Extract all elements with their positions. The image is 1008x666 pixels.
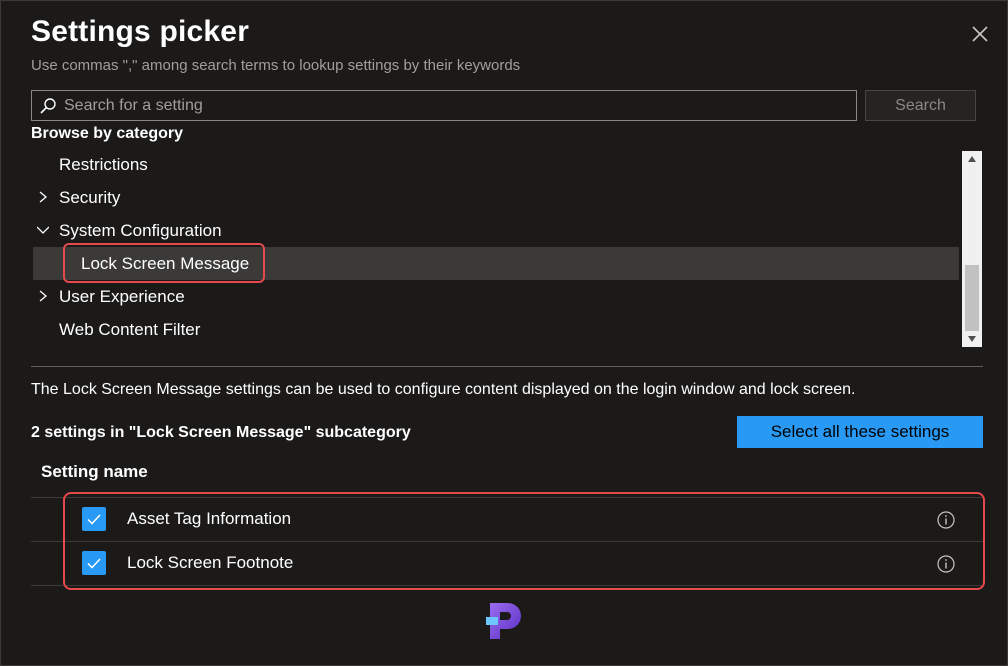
category-scrollbar[interactable] [962, 151, 982, 347]
search-field[interactable] [31, 90, 857, 121]
tree-item-label: Security [59, 188, 121, 207]
checkmark-icon [87, 514, 101, 525]
brand-logo-icon [486, 603, 521, 639]
search-icon [40, 98, 56, 114]
settings-count: 2 settings in "Lock Screen Message" subc… [31, 424, 411, 441]
tree-item-label: Lock Screen Message [81, 254, 250, 273]
close-button[interactable] [967, 21, 993, 47]
chevron-right-icon[interactable] [37, 191, 49, 203]
setting-name: Asset Tag Information [127, 509, 292, 528]
tree-item-web-content-filter[interactable]: Web Content Filter [33, 313, 959, 346]
setting-checkbox[interactable] [82, 551, 106, 575]
scroll-down-arrow-icon[interactable] [962, 331, 982, 347]
info-icon[interactable] [936, 554, 956, 574]
search-button[interactable]: Search [865, 90, 976, 121]
settings-picker-panel: Settings picker Use commas "," among sea… [0, 0, 1008, 666]
checkmark-icon [87, 558, 101, 569]
tree-item-restrictions[interactable]: Restrictions [33, 148, 959, 181]
column-header-setting-name: Setting name [41, 462, 148, 481]
category-tree: Restrictions Security System Configurati… [33, 148, 959, 346]
table-row[interactable]: Lock Screen Footnote [31, 542, 983, 586]
page-subtitle: Use commas "," among search terms to loo… [31, 57, 521, 74]
tree-item-label: System Configuration [59, 221, 222, 240]
section-divider [31, 366, 983, 367]
tree-item-label: User Experience [59, 287, 185, 306]
subcategory-description: The Lock Screen Message settings can be … [31, 381, 856, 398]
tree-item-label: Restrictions [59, 155, 148, 174]
browse-by-category-label: Browse by category [31, 125, 184, 142]
scrollbar-thumb[interactable] [965, 265, 979, 331]
search-input[interactable] [64, 91, 844, 120]
tree-item-security[interactable]: Security [33, 181, 959, 214]
close-icon [972, 26, 988, 42]
setting-checkbox[interactable] [82, 507, 106, 531]
tree-item-user-experience[interactable]: User Experience [33, 280, 959, 313]
table-row[interactable]: Asset Tag Information [31, 498, 983, 542]
chevron-right-icon[interactable] [37, 290, 49, 302]
page-title: Settings picker [31, 15, 250, 48]
tree-item-system-configuration[interactable]: System Configuration [33, 214, 959, 247]
select-all-button[interactable]: Select all these settings [737, 416, 983, 448]
scroll-up-arrow-icon[interactable] [962, 151, 982, 167]
info-icon[interactable] [936, 510, 956, 530]
chevron-down-icon[interactable] [37, 224, 49, 236]
tree-item-lock-screen-message[interactable]: Lock Screen Message [33, 247, 959, 280]
setting-name: Lock Screen Footnote [127, 553, 294, 572]
tree-item-label: Web Content Filter [59, 320, 201, 339]
